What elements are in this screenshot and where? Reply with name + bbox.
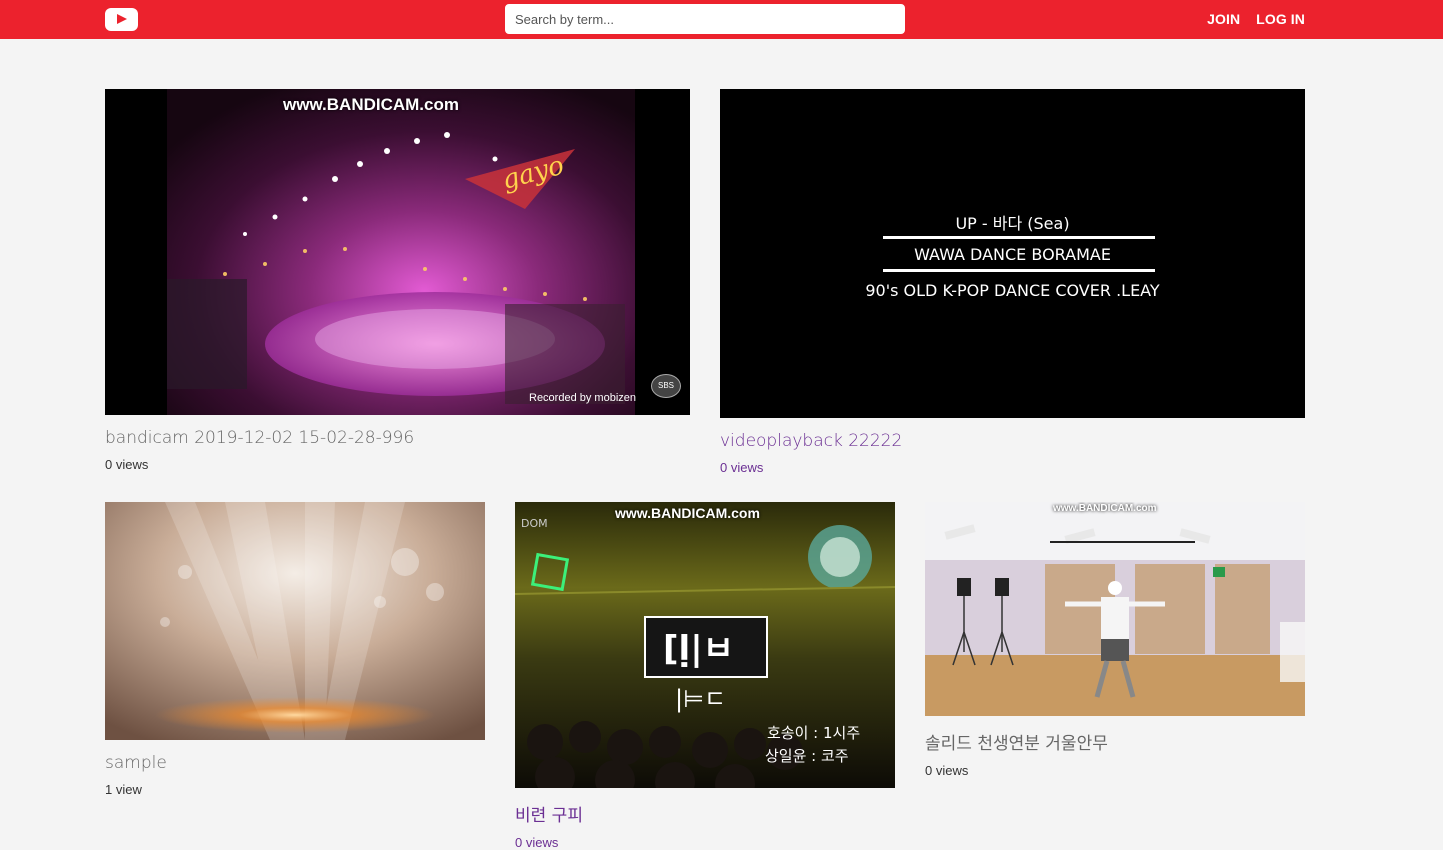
video-thumbnail[interactable]	[105, 502, 485, 740]
divider	[883, 269, 1155, 272]
overlay-line-1: UP - 바다 (Sea)	[955, 214, 1070, 233]
search-input[interactable]	[505, 4, 905, 34]
video-views: 0 views	[105, 457, 149, 472]
video-card[interactable]: sample 1 view	[105, 502, 485, 797]
overlay-line-3: 90's OLD K-POP DANCE COVER .LEAY	[865, 281, 1160, 300]
sbs-badge: SBS	[651, 374, 681, 398]
login-link[interactable]: LOG IN	[1256, 11, 1305, 27]
header-nav: JOIN LOG IN	[1207, 11, 1305, 27]
play-icon	[117, 14, 127, 24]
video-views: 1 view	[105, 782, 142, 797]
video-title[interactable]: videoplayback 22222	[720, 431, 1305, 451]
video-card[interactable]: UP - 바다 (Sea) WAWA DANCE BORAMAE 90's OL…	[720, 89, 1305, 475]
svg-text:DOM: DOM	[521, 517, 548, 530]
svg-text:|⊨ㄷ: |⊨ㄷ	[675, 685, 726, 713]
video-views: 0 views	[515, 835, 559, 850]
light-rays-image	[105, 502, 485, 740]
video-card[interactable]: gayo www.BANDICAM.com Recorded by mobize…	[105, 89, 690, 472]
video-title[interactable]: 비련 구피	[515, 801, 895, 826]
stage-scene-image: gayo	[105, 89, 690, 415]
video-title[interactable]: sample	[105, 753, 485, 773]
watermark-text: www.BANDICAM.com	[1053, 503, 1157, 514]
overlay-line-2: WAWA DANCE BORAMAE	[914, 245, 1111, 264]
watermark-text: www.BANDICAM.com	[615, 505, 760, 521]
svg-text:상일윤 : 코주: 상일윤 : 코주	[765, 747, 849, 765]
video-thumbnail[interactable]: [ḷ|ㅂ |⊨ㄷ 호송이 : 1시주 상일윤 : 코주 DOM www.BAND…	[515, 502, 895, 788]
join-link[interactable]: JOIN	[1207, 11, 1240, 27]
video-thumbnail[interactable]: www.BANDICAM.com	[925, 502, 1305, 716]
dance-studio-image	[925, 502, 1305, 716]
video-views: 0 views	[720, 460, 764, 475]
video-title[interactable]: 솔리드 천생연분 거울안무	[925, 729, 1305, 754]
svg-text:호송이 : 1시주: 호송이 : 1시주	[767, 724, 860, 742]
recorded-by-text: Recorded by mobizen	[529, 392, 637, 404]
youtube-logo-icon[interactable]	[105, 8, 138, 31]
top-header: JOIN LOG IN	[0, 0, 1443, 39]
music-show-image: [ḷ|ㅂ |⊨ㄷ 호송이 : 1시주 상일윤 : 코주 DOM	[515, 502, 895, 788]
video-views: 0 views	[925, 763, 969, 778]
video-thumbnail[interactable]: gayo www.BANDICAM.com Recorded by mobize…	[105, 89, 690, 415]
video-thumbnail[interactable]: UP - 바다 (Sea) WAWA DANCE BORAMAE 90's OL…	[720, 89, 1305, 418]
video-card[interactable]: [ḷ|ㅂ |⊨ㄷ 호송이 : 1시주 상일윤 : 코주 DOM www.BAND…	[515, 502, 895, 850]
video-card[interactable]: www.BANDICAM.com 솔리드 천생연분 거울안무 0 views	[925, 502, 1305, 778]
watermark-text: www.BANDICAM.com	[283, 95, 459, 114]
divider	[883, 236, 1155, 239]
svg-text:[ḷ|ㅂ: [ḷ|ㅂ	[663, 629, 734, 669]
video-title[interactable]: bandicam 2019-12-02 15-02-28-996	[105, 428, 690, 448]
